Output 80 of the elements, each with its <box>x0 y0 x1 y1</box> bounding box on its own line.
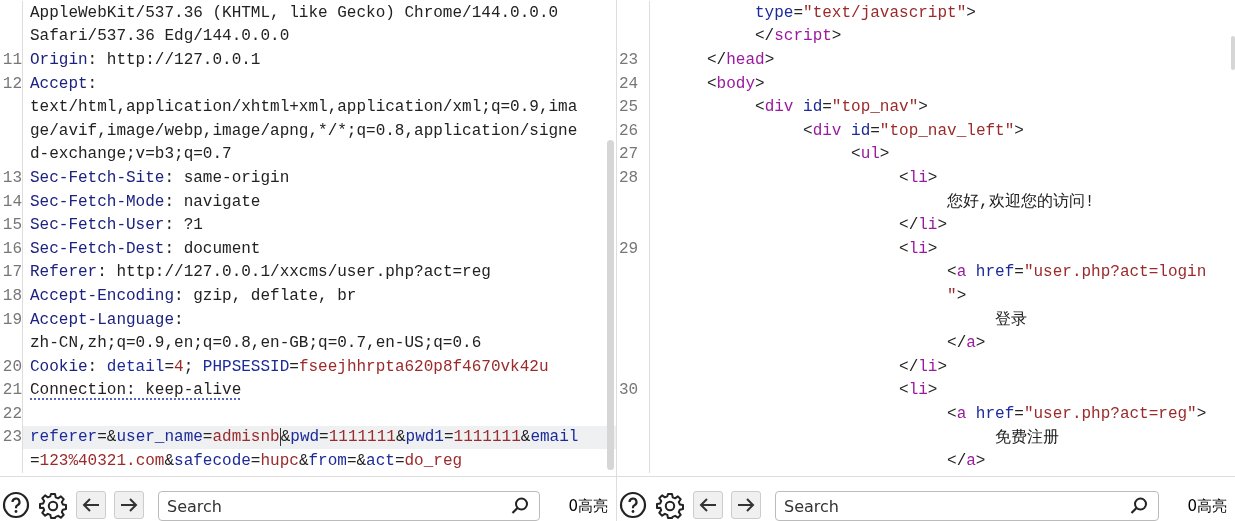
code-line: Origin: http://127.0.0.1 <box>30 51 261 69</box>
line-number: 24 <box>619 74 639 93</box>
code-line: Accept-Language: <box>30 310 184 329</box>
code-line: <a href="user.php?act=login <box>946 263 1207 282</box>
arrow-right-icon <box>119 497 139 513</box>
line-number: 12 <box>2 74 22 93</box>
code-line: </li> <box>898 357 948 376</box>
code-line: Safari/537.36 Edg/144.0.0.0 <box>30 27 290 46</box>
arrow-left-icon <box>81 497 101 513</box>
code-line: Sec-Fetch-Mode: navigate <box>30 192 261 211</box>
code-line: "> <box>946 286 967 305</box>
back-button[interactable] <box>693 491 723 519</box>
settings-icon[interactable] <box>38 491 68 521</box>
forward-button[interactable] <box>731 491 761 519</box>
code-line: </a> <box>946 334 986 353</box>
code-line: </li> <box>898 216 948 235</box>
code-line: Sec-Fetch-User: ?1 <box>30 216 203 235</box>
arrow-left-icon <box>698 497 718 513</box>
code-line: </script> <box>754 27 842 46</box>
line-number: 17 <box>2 263 22 282</box>
line-number: 23 <box>2 428 22 447</box>
code-line: <div id="top_nav_left"> <box>802 121 1024 140</box>
line-number: 28 <box>619 168 639 187</box>
line-number: 18 <box>2 286 22 305</box>
code-line: Sec-Fetch-Dest: document <box>30 239 261 258</box>
search-field[interactable]: Search <box>158 491 541 521</box>
code-line: 免费注册 <box>994 427 1060 448</box>
code-line: Accept: <box>30 74 98 93</box>
code-line: <a href="user.php?act=reg"> <box>946 404 1207 423</box>
line-number: 11 <box>2 51 22 69</box>
code-line: Sec-Fetch-Site: same-origin <box>30 168 290 187</box>
line-number: 13 <box>2 168 22 187</box>
help-icon[interactable] <box>2 491 30 519</box>
settings-icon[interactable] <box>655 491 685 521</box>
line-number: 27 <box>619 145 639 164</box>
code-line: Cookie: detail=4; PHPSESSID=fseejhhrpta620p8f4670vk42u <box>30 357 549 376</box>
code-line: <li> <box>898 168 938 187</box>
code-line: text/html,application/xhtml+xml,application/xml;q=0.9,ima <box>30 98 578 117</box>
code-line: 登录 <box>994 310 1028 330</box>
code-line: zh-CN,zh;q=0.9,en;q=0.8,en-GB;q=0.7,en-US;q=0.6 <box>30 334 482 353</box>
code-line: type="text/javascript"> <box>754 3 976 22</box>
code-line: 您好,欢迎您的访问! <box>946 191 1095 213</box>
code-line: <ul> <box>850 145 890 164</box>
code-line: </head> <box>706 51 775 69</box>
line-number: 16 <box>2 239 22 258</box>
code-line: Connection: keep-alive <box>30 381 242 400</box>
forward-button[interactable] <box>114 491 144 519</box>
line-number: 21 <box>2 381 22 400</box>
line-number: 23 <box>619 51 639 69</box>
code-line: d-exchange;v=b3;q=0.7 <box>30 145 232 164</box>
code-line: ge/avif,image/webp,image/apng,*/*;q=0.8,application/signe <box>30 121 578 140</box>
line-number: 29 <box>619 239 639 258</box>
line-number: 19 <box>2 310 22 329</box>
line-number: 25 <box>619 98 639 117</box>
code-line: =123%40321.com&safecode=hupc&from=&act=do_reg <box>30 452 463 471</box>
code-line: </a> <box>946 452 986 471</box>
line-number: 15 <box>2 216 22 235</box>
search-icon <box>1129 496 1150 516</box>
line-number: 14 <box>2 192 22 211</box>
code-line: <body> <box>706 74 765 93</box>
arrow-right-icon <box>736 497 756 513</box>
highlight-count: 0高亮 <box>568 497 608 516</box>
line-number: 26 <box>619 121 639 140</box>
help-icon[interactable] <box>619 491 647 519</box>
code-line: AppleWebKit/537.36 (KHTML, like Gecko) Chrome/144.0.0.0 <box>30 3 559 22</box>
line-number: 30 <box>619 381 639 400</box>
search-icon <box>510 496 531 516</box>
back-button[interactable] <box>76 491 106 519</box>
scrollbar[interactable] <box>607 140 614 470</box>
code-line: Accept-Encoding: gzip, deflate, br <box>30 286 357 305</box>
code-line: referer=&user_name=admisnb&pwd=1111111&pwd1=1111111&email <box>30 428 579 447</box>
line-number: 22 <box>2 404 22 423</box>
search-field[interactable]: Search <box>775 491 1160 521</box>
code-line: Referer: http://127.0.0.1/xxcms/user.php?act=reg <box>30 263 491 282</box>
code-line: <div id="top_nav"> <box>754 98 928 117</box>
code-line: <li> <box>898 239 938 258</box>
highlight-count: 0高亮 <box>1187 497 1227 516</box>
code-line: <li> <box>898 381 938 400</box>
scrollbar[interactable] <box>1231 36 1235 70</box>
line-number: 20 <box>2 357 22 376</box>
